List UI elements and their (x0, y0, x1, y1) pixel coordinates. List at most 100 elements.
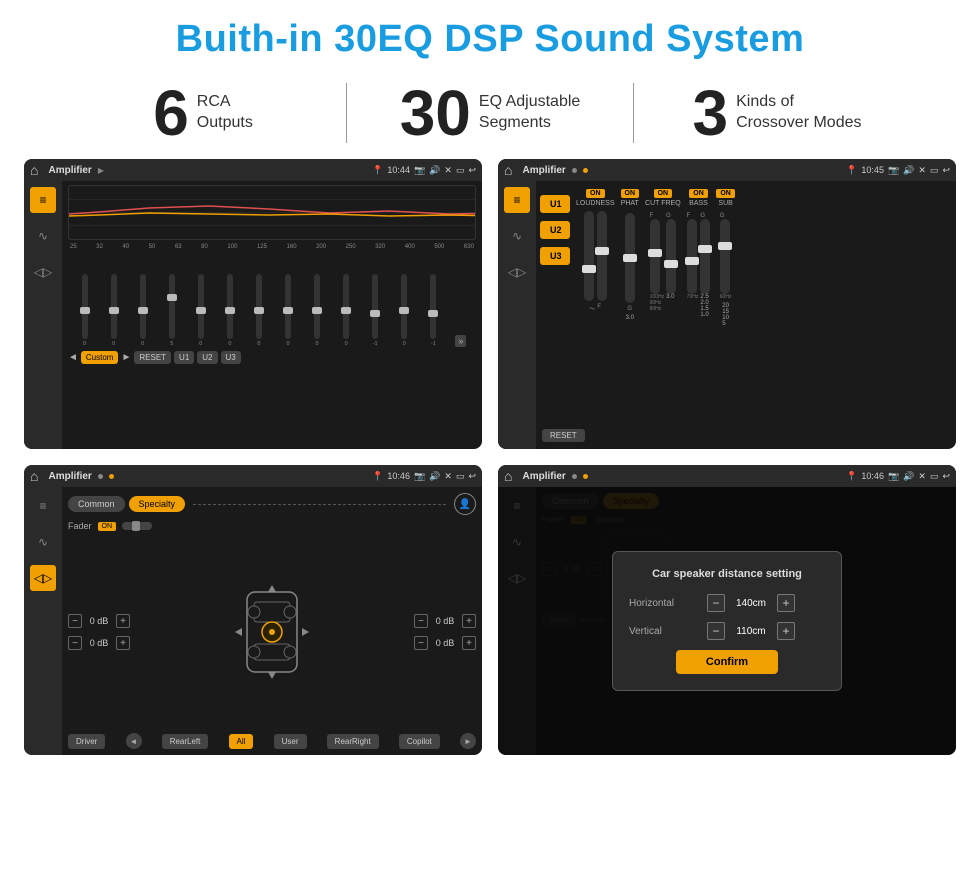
time-4: 10:46 (861, 471, 884, 481)
dialog-horizontal-row: Horizontal − 140cm + (629, 594, 825, 612)
freq-labels: 2532405063 80100125160200 25032040050063… (68, 244, 476, 250)
home-icon-2[interactable]: ⌂ (504, 162, 512, 178)
back-icon-3[interactable]: ↩ (468, 471, 476, 482)
copilot-button[interactable]: Copilot (399, 734, 440, 749)
confirm-button[interactable]: Confirm (676, 650, 778, 674)
eq-col-3: 0 (136, 274, 150, 347)
window-icon-3: ▭ (456, 471, 465, 482)
db-plus-br[interactable]: + (462, 636, 476, 650)
user-button[interactable]: User (274, 734, 307, 749)
vol-icon[interactable]: ◁▷ (30, 259, 56, 285)
x-icon-2: ✕ (918, 165, 926, 176)
reset-button-amp[interactable]: RESET (542, 429, 585, 442)
x-icon-4: ✕ (918, 471, 926, 482)
eq-col-9: 0 (310, 274, 324, 347)
horizontal-minus[interactable]: − (707, 594, 725, 612)
speaker-area: − 0 dB + − 0 dB + (68, 537, 476, 727)
screen3-body: ≡ ∿ ◁▷ Common Specialty 👤 Fader ON (24, 487, 482, 755)
vertical-plus[interactable]: + (777, 622, 795, 640)
eq-icon[interactable]: ≡ (30, 187, 56, 213)
vol-icon-2[interactable]: ◁▷ (504, 259, 530, 285)
common-tab[interactable]: Common (68, 496, 125, 512)
volume-icon-4: 🔊 (903, 471, 914, 482)
vol-icon-3[interactable]: ◁▷ (30, 565, 56, 591)
eq-icon-2[interactable]: ≡ (504, 187, 530, 213)
u3-button[interactable]: U3 (540, 247, 570, 265)
status-dot-2b (583, 168, 588, 173)
eq-graph (68, 185, 476, 240)
fader-on: ON (98, 522, 117, 531)
camera-icon-2: 📷 (888, 165, 899, 176)
eq-track-1 (82, 274, 88, 339)
db-minus-tl[interactable]: − (68, 614, 82, 628)
camera-icon-4: 📷 (888, 471, 899, 482)
stat-number-6: 6 (153, 81, 189, 145)
horizontal-plus[interactable]: + (777, 594, 795, 612)
reset-button-eq[interactable]: RESET (134, 351, 171, 364)
db-minus-br[interactable]: − (414, 636, 428, 650)
screen3-left: ≡ ∿ ◁▷ (24, 487, 62, 755)
fader-row: Fader ON (68, 521, 476, 531)
eq-icon-3[interactable]: ≡ (30, 493, 56, 519)
eq-area: 2532405063 80100125160200 25032040050063… (62, 181, 482, 449)
screen4-body: ≡ ∿ ◁▷ Common Specialty Fader ON − (498, 487, 956, 755)
fader-bar[interactable] (122, 522, 152, 530)
specialty-tab[interactable]: Specialty (129, 496, 186, 512)
eq-col-7: 0 (252, 274, 266, 347)
rearleft-button[interactable]: RearLeft (162, 734, 209, 749)
back-icon-2[interactable]: ↩ (942, 165, 950, 176)
play-button-eq[interactable]: ► (121, 352, 131, 363)
dialog-vertical-row: Vertical − 110cm + (629, 622, 825, 640)
back-icon-1[interactable]: ↩ (468, 165, 476, 176)
eq-col-4: 5 (165, 274, 179, 347)
back-icon-4[interactable]: ↩ (942, 471, 950, 482)
db-value-br: 0 dB (431, 638, 459, 648)
screen3-main: Common Specialty 👤 Fader ON (62, 487, 482, 755)
custom-button[interactable]: Custom (81, 351, 119, 364)
status-right-1: 📍 10:44 📷 🔊 ✕ ▭ ↩ (372, 165, 476, 176)
db-minus-bl[interactable]: − (68, 636, 82, 650)
left-nav-arrow[interactable]: ◄ (126, 733, 142, 749)
play-icon-1: ▶ (98, 166, 104, 175)
stat-rca: 6 RCAOutputs (60, 81, 346, 145)
wave-icon[interactable]: ∿ (30, 223, 56, 249)
home-icon-3[interactable]: ⌂ (30, 468, 38, 484)
more-button[interactable]: » (455, 335, 466, 347)
dialog-overlay: Car speaker distance setting Horizontal … (498, 487, 956, 755)
u3-button-eq[interactable]: U3 (221, 351, 241, 364)
prev-button[interactable]: ◄ (68, 352, 78, 363)
wave-icon-2[interactable]: ∿ (504, 223, 530, 249)
all-button[interactable]: All (229, 734, 254, 749)
stat-crossover: 3 Kinds ofCrossover Modes (634, 81, 920, 145)
dialog-title: Car speaker distance setting (629, 568, 825, 580)
rearright-button[interactable]: RearRight (327, 734, 379, 749)
loudness-section: ON LOUDNESS ～F (576, 189, 615, 441)
time-2: 10:45 (861, 165, 884, 175)
eq-col-1: 0 (78, 274, 92, 347)
phat-section: ON PHAT G 3.0 (621, 189, 640, 441)
window-icon-4: ▭ (930, 471, 939, 482)
db-control-bl: − 0 dB + (68, 636, 130, 650)
u2-button-eq[interactable]: U2 (197, 351, 217, 364)
right-nav-arrow[interactable]: ► (460, 733, 476, 749)
home-icon-4[interactable]: ⌂ (504, 468, 512, 484)
db-plus-bl[interactable]: + (116, 636, 130, 650)
wave-icon-3[interactable]: ∿ (30, 529, 56, 555)
u1-button[interactable]: U1 (540, 195, 570, 213)
db-minus-tr[interactable]: − (414, 614, 428, 628)
screen-fader: ⌂ Amplifier 📍 10:46 📷 🔊 ✕ ▭ ↩ ≡ ∿ ◁▷ (24, 465, 482, 755)
page-title: Buith-in 30EQ DSP Sound System (0, 0, 980, 71)
vertical-minus[interactable]: − (707, 622, 725, 640)
u2-button[interactable]: U2 (540, 221, 570, 239)
home-icon-1[interactable]: ⌂ (30, 162, 38, 178)
status-bar-2: ⌂ Amplifier 📍 10:45 📷 🔊 ✕ ▭ ↩ (498, 159, 956, 181)
stat-label-eq: EQ AdjustableSegments (479, 92, 580, 134)
volume-icon-3: 🔊 (429, 471, 440, 482)
gps-icon-4: 📍 (846, 471, 857, 482)
db-plus-tl[interactable]: + (116, 614, 130, 628)
vertical-value: 110cm (731, 626, 771, 637)
status-title-4: Amplifier (522, 471, 565, 482)
driver-button[interactable]: Driver (68, 734, 105, 749)
u1-button-eq[interactable]: U1 (174, 351, 194, 364)
db-plus-tr[interactable]: + (462, 614, 476, 628)
